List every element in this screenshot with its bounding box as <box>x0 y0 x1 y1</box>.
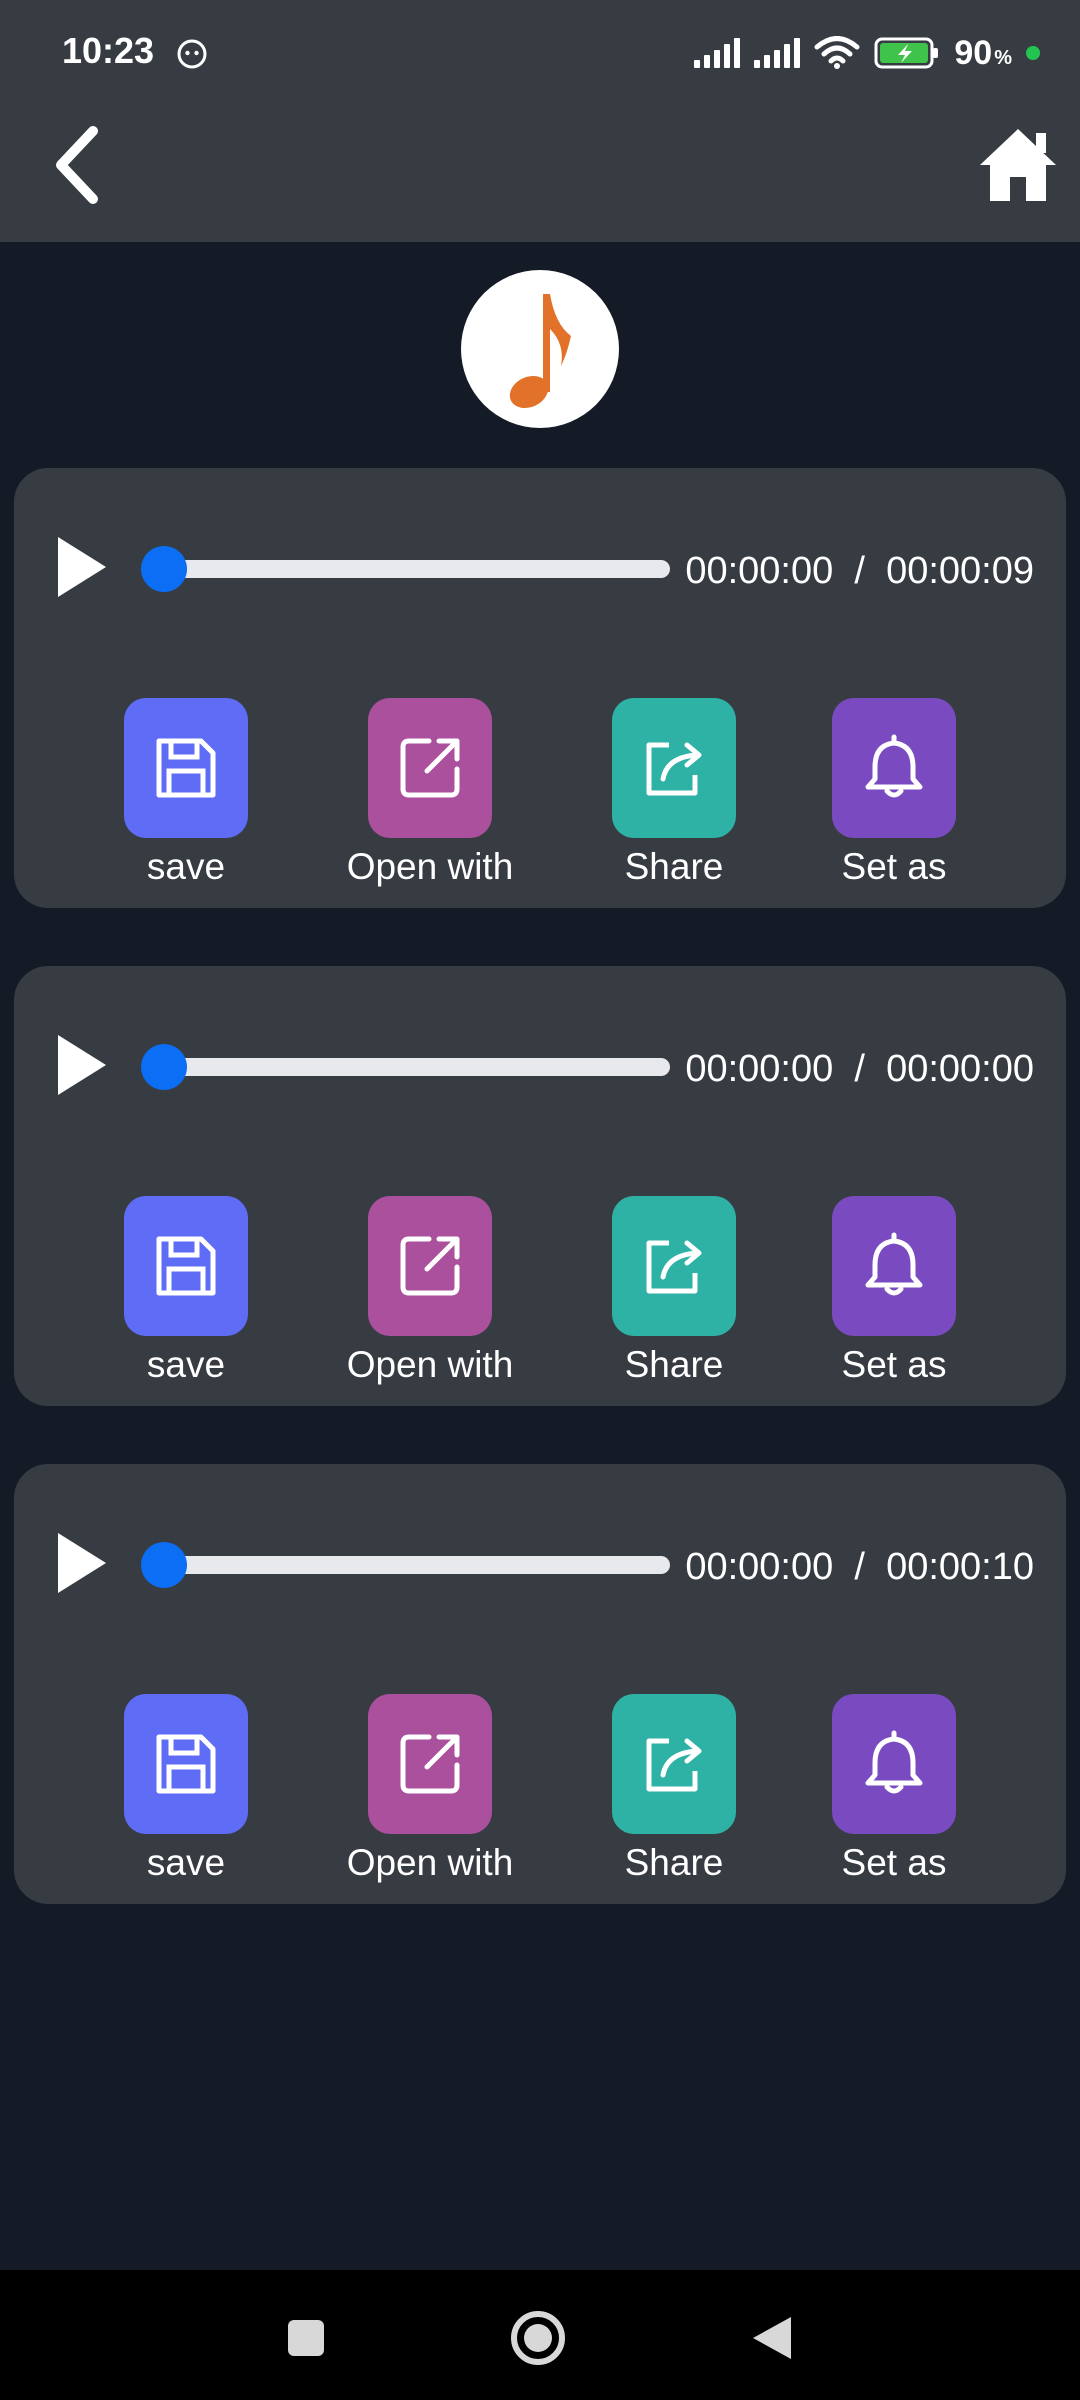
open-with-button[interactable]: Open with <box>330 1694 530 1884</box>
audio-player-card: 00:00:00 / 00:00:00 save Open with Share Se… <box>14 966 1066 1406</box>
status-time: 10:23 <box>62 30 155 71</box>
floppy-disk-icon <box>124 1694 248 1834</box>
back-button[interactable] <box>36 110 116 220</box>
battery-percent: 90 <box>954 33 993 72</box>
set-as-button[interactable]: Set as <box>794 1694 994 1884</box>
privacy-indicator-dot <box>1026 46 1040 60</box>
open-external-icon <box>368 1694 492 1834</box>
save-label: save <box>146 1344 226 1385</box>
signal-icon-2 <box>754 38 801 68</box>
notification-face-icon <box>177 39 207 69</box>
action-row: save Open with Share Set as <box>14 1196 1066 1396</box>
home-icon <box>980 129 1056 201</box>
play-icon[interactable] <box>42 1528 112 1598</box>
recents-button[interactable] <box>276 2308 336 2368</box>
wifi-icon <box>814 36 860 69</box>
share-label: Share <box>624 846 724 887</box>
action-row: save Open with Share Set as <box>14 1694 1066 1894</box>
time-separator: / <box>854 1048 865 1090</box>
signal-icon <box>694 38 741 68</box>
seek-thumb[interactable] <box>141 546 187 592</box>
battery-icon <box>874 37 939 69</box>
save-button[interactable]: save <box>86 1694 286 1884</box>
play-icon[interactable] <box>42 532 112 602</box>
set-as-button[interactable]: Set as <box>794 698 994 888</box>
triangle-back-icon <box>753 2317 791 2359</box>
floppy-disk-icon <box>124 1196 248 1336</box>
seek-bar[interactable] <box>141 1542 670 1588</box>
chevron-left-icon <box>56 126 98 204</box>
bell-icon <box>832 1196 956 1336</box>
floppy-disk-icon <box>124 698 248 838</box>
status-icons: 90 % <box>694 30 1040 76</box>
back-nav-button[interactable] <box>742 2308 802 2368</box>
seek-bar[interactable] <box>141 1044 670 1090</box>
bell-icon <box>832 698 956 838</box>
system-nav-bar <box>0 2270 1080 2400</box>
circle-icon <box>511 2311 565 2365</box>
seek-thumb[interactable] <box>141 1542 187 1588</box>
current-time: 00:00:00 <box>685 1546 834 1588</box>
time-display: 00:00:00 / 00:00:09 <box>685 550 1034 593</box>
seek-bar[interactable] <box>141 546 670 592</box>
time-separator: / <box>854 550 865 592</box>
total-time: 00:00:00 <box>886 1048 1034 1090</box>
time-display: 00:00:00 / 00:00:00 <box>685 1048 1034 1091</box>
set-as-label: Set as <box>841 846 947 887</box>
share-label: Share <box>624 1842 724 1883</box>
home-nav-button[interactable] <box>508 2308 568 2368</box>
share-button[interactable]: Share <box>574 698 774 888</box>
total-time: 00:00:09 <box>886 550 1034 592</box>
status-bar: 10:23 90 % <box>0 0 1080 110</box>
action-row: save Open with Share Set as <box>14 698 1066 898</box>
share-button[interactable]: Share <box>574 1694 774 1884</box>
save-label: save <box>146 1842 226 1883</box>
audio-player-card: 00:00:00 / 00:00:09 save Open with Share Se… <box>14 468 1066 908</box>
open-with-button[interactable]: Open with <box>330 1196 530 1386</box>
music-note-icon <box>509 294 571 409</box>
set-as-button[interactable]: Set as <box>794 1196 994 1386</box>
time-display: 00:00:00 / 00:00:10 <box>685 1546 1034 1589</box>
open-with-label: Open with <box>346 1842 514 1883</box>
current-time: 00:00:00 <box>685 550 834 592</box>
share-icon <box>612 698 736 838</box>
save-label: save <box>146 846 226 887</box>
open-with-label: Open with <box>346 846 514 887</box>
share-button[interactable]: Share <box>574 1196 774 1386</box>
open-with-button[interactable]: Open with <box>330 698 530 888</box>
share-icon <box>612 1196 736 1336</box>
open-with-label: Open with <box>346 1344 514 1385</box>
open-external-icon <box>368 1196 492 1336</box>
open-external-icon <box>368 698 492 838</box>
save-button[interactable]: save <box>86 698 286 888</box>
total-time: 00:00:10 <box>886 1546 1034 1588</box>
set-as-label: Set as <box>841 1344 947 1385</box>
save-button[interactable]: save <box>86 1196 286 1386</box>
music-logo <box>461 270 619 428</box>
top-toolbar <box>0 110 1080 242</box>
square-icon <box>288 2320 324 2356</box>
seek-thumb[interactable] <box>141 1044 187 1090</box>
play-icon[interactable] <box>42 1030 112 1100</box>
time-separator: / <box>854 1546 865 1588</box>
battery-unit: % <box>994 46 1012 69</box>
bell-icon <box>832 1694 956 1834</box>
audio-player-card: 00:00:00 / 00:00:10 save Open with Share Se… <box>14 1464 1066 1904</box>
current-time: 00:00:00 <box>685 1048 834 1090</box>
share-icon <box>612 1694 736 1834</box>
share-label: Share <box>624 1344 724 1385</box>
set-as-label: Set as <box>841 1842 947 1883</box>
home-button[interactable] <box>970 110 1066 220</box>
